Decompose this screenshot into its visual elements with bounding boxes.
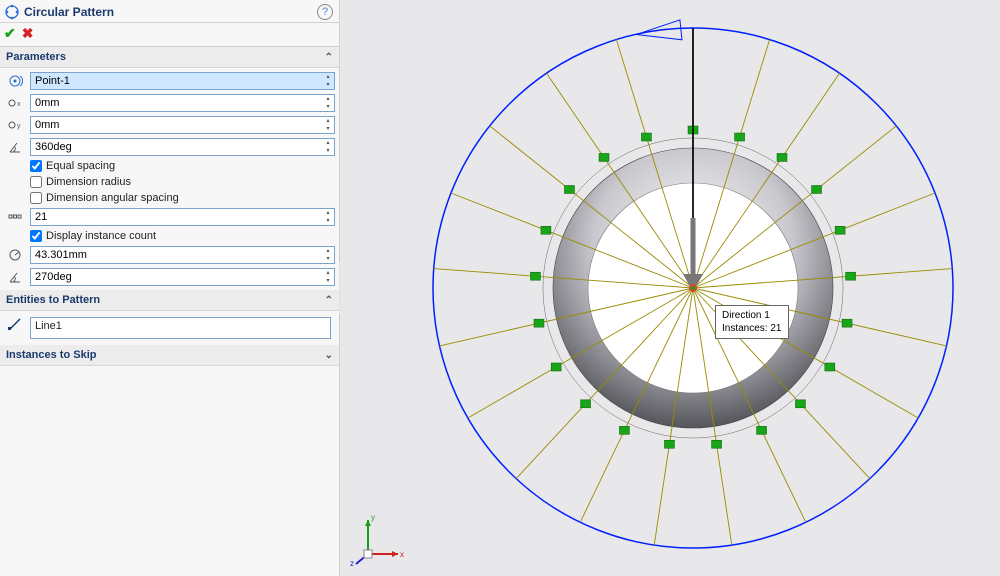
radius-row: ▴▾ xyxy=(0,244,339,266)
radius-icon xyxy=(4,246,26,264)
graphics-viewport[interactable]: Direction 1 Instances: 21 x y z xyxy=(340,0,1000,576)
entities-body: Line1 xyxy=(0,311,339,345)
entities-list[interactable]: Line1 xyxy=(30,317,331,339)
circular-pattern-icon xyxy=(4,4,20,20)
chevron-down-icon: ⌄ xyxy=(325,350,333,361)
dimension-radius-label: Dimension radius xyxy=(46,176,131,188)
cancel-button[interactable]: ✖ xyxy=(22,25,34,42)
section-header-skip[interactable]: Instances to Skip ⌄ xyxy=(0,345,339,366)
angle-row: ▴▾ xyxy=(0,136,339,158)
equal-spacing-checkbox[interactable] xyxy=(30,160,42,172)
center-row: ▴▾ xyxy=(0,70,339,92)
count-spinner[interactable]: ▴▾ xyxy=(322,209,334,225)
instance-callout[interactable]: Direction 1 Instances: 21 xyxy=(715,305,789,339)
svg-text:x: x xyxy=(400,550,404,559)
equal-spacing-row: Equal spacing xyxy=(0,158,339,174)
display-count-checkbox[interactable] xyxy=(30,230,42,242)
svg-text:z: z xyxy=(350,559,354,568)
offset-y-spinner[interactable]: ▴▾ xyxy=(322,117,334,133)
chevron-up-icon: ⌃ xyxy=(325,52,333,63)
svg-text:x: x xyxy=(17,101,21,108)
confirm-row: ✔ ✖ xyxy=(0,23,339,47)
offset-x-spinner[interactable]: ▴▾ xyxy=(322,95,334,111)
rotation-input[interactable] xyxy=(30,268,335,286)
rotation-spinner[interactable]: ▴▾ xyxy=(322,269,334,285)
dimension-angular-checkbox[interactable] xyxy=(30,192,42,204)
origin-marker-icon xyxy=(689,284,697,292)
model-canvas[interactable] xyxy=(385,0,1000,576)
feature-title: Circular Pattern xyxy=(24,5,317,19)
angle-icon xyxy=(4,138,26,156)
count-input[interactable] xyxy=(30,208,335,226)
offset-x-icon: x xyxy=(4,94,26,112)
section-label-entities: Entities to Pattern xyxy=(6,294,100,306)
dimension-radius-row: Dimension radius xyxy=(0,174,339,190)
count-icon xyxy=(4,208,26,226)
panel-header: Circular Pattern ? xyxy=(0,0,339,23)
center-input[interactable] xyxy=(30,72,335,90)
parameters-body: ▴▾ x ▴▾ y ▴▾ xyxy=(0,68,339,290)
angle-input[interactable] xyxy=(30,138,335,156)
offset-x-row: x ▴▾ xyxy=(0,92,339,114)
section-header-parameters[interactable]: Parameters ⌃ xyxy=(0,47,339,68)
radius-spinner[interactable]: ▴▾ xyxy=(322,247,334,263)
ok-button[interactable]: ✔ xyxy=(4,25,16,42)
offset-x-input[interactable] xyxy=(30,94,335,112)
direction-arrow-icon xyxy=(635,20,682,45)
callout-direction: Direction 1 xyxy=(722,309,782,322)
svg-text:y: y xyxy=(371,513,375,522)
rotation-row: ▴▾ xyxy=(0,266,339,288)
radius-input[interactable] xyxy=(30,246,335,264)
center-spinner[interactable]: ▴▾ xyxy=(322,73,334,89)
help-icon[interactable]: ? xyxy=(317,4,333,20)
dimension-radius-checkbox[interactable] xyxy=(30,176,42,188)
offset-y-icon: y xyxy=(4,116,26,134)
entity-icon xyxy=(4,315,26,333)
offset-y-input[interactable] xyxy=(30,116,335,134)
entity-item[interactable]: Line1 xyxy=(35,320,326,332)
display-count-row: Display instance count xyxy=(0,228,339,244)
offset-y-row: y ▴▾ xyxy=(0,114,339,136)
view-triad-icon: x y z xyxy=(350,508,410,568)
angle-spinner[interactable]: ▴▾ xyxy=(322,139,334,155)
section-label-parameters: Parameters xyxy=(6,51,66,63)
chevron-up-icon: ⌃ xyxy=(325,295,333,306)
svg-text:y: y xyxy=(17,123,21,130)
dimension-angular-row: Dimension angular spacing xyxy=(0,190,339,206)
section-label-skip: Instances to Skip xyxy=(6,349,96,361)
callout-instances: Instances: 21 xyxy=(722,322,782,335)
display-count-label: Display instance count xyxy=(46,230,156,242)
center-point-icon xyxy=(4,72,26,90)
dimension-angular-label: Dimension angular spacing xyxy=(46,192,179,204)
section-header-entities[interactable]: Entities to Pattern ⌃ xyxy=(0,290,339,311)
equal-spacing-label: Equal spacing xyxy=(46,160,115,172)
rotation-icon xyxy=(4,268,26,286)
count-row: ▴▾ xyxy=(0,206,339,228)
property-manager-panel: Circular Pattern ? ✔ ✖ Parameters ⌃ ▴▾ xyxy=(0,0,340,576)
